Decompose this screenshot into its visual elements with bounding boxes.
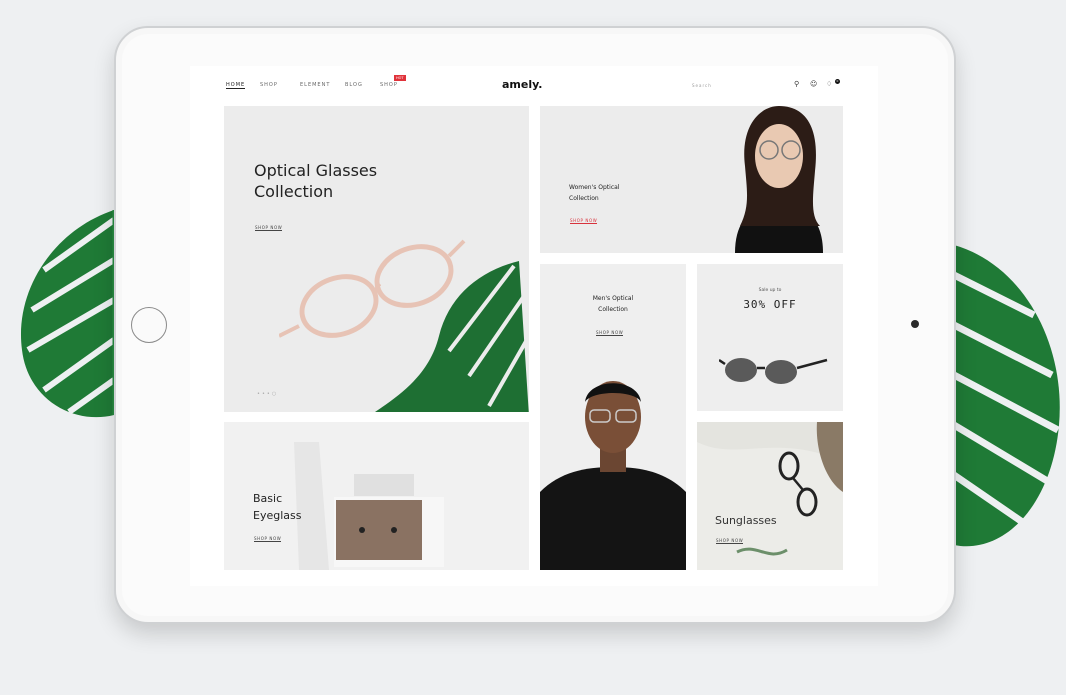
cart-icon[interactable]: ♢ [826,80,832,88]
sunglasses-fabric-image [697,422,843,570]
mens-collection-tile[interactable]: Men's Optical Collection SHOP NOW [540,264,686,570]
home-button[interactable] [131,307,167,343]
slider-dots[interactable]: •••○ [257,391,278,397]
women-title-line2: Collection [569,195,599,202]
search-icon[interactable]: ⚲ [794,80,799,88]
plant-leaf-image [374,261,529,412]
nav-shop[interactable]: Shop [260,82,278,88]
optical-glasses-tile[interactable]: Optical Glasses Collection SHOP NOW •••○ [224,106,529,412]
sun-title: Sunglasses [715,514,777,527]
women-shop-link[interactable]: SHOP NOW [570,218,598,224]
basic-title-line1: Basic [253,492,283,505]
cart-count-badge: 0 [835,79,840,84]
optical-title-line2: Collection [254,182,334,201]
sun-shop-link[interactable]: SHOP NOW [716,538,744,544]
optical-title-line1: Optical Glasses [254,161,378,180]
optical-shop-link[interactable]: SHOP NOW [255,225,283,231]
monstera-leaf-right [952,245,1060,547]
front-camera [911,320,919,328]
sunglasses-tile[interactable]: Sunglasses SHOP NOW [697,422,843,570]
nav-element[interactable]: Element [300,82,330,88]
basic-shop-link[interactable]: SHOP NOW [254,536,282,542]
woman-portrait-image [735,106,823,253]
men-shop-link[interactable]: SHOP NOW [596,330,624,336]
search-input[interactable]: Search [692,83,712,88]
men-title-line2: Collection [598,306,628,313]
basic-eyeglass-tile[interactable]: Basic Eyeglass SHOP NOW [224,422,529,570]
basic-title-line2: Eyeglass [253,509,302,522]
nav-home[interactable]: Home [226,82,246,89]
site-logo[interactable]: amely. [502,78,542,91]
sale-pre-label: Sale up to [758,288,782,293]
sale-tile[interactable]: Sale up to 30% OFF [697,264,843,411]
nav-shop-2[interactable]: Shop [380,82,398,88]
womens-collection-tile[interactable]: Women's Optical Collection SHOP NOW [540,106,843,253]
men-title-line1: Men's Optical [592,295,634,302]
website-screen: Home Shop Element Blog Shop HOT amely. S… [190,66,878,586]
sale-headline: 30% OFF [743,298,797,311]
top-navigation: Home Shop Element Blog Shop HOT amely. S… [190,66,878,104]
man-portrait-image [540,381,686,570]
hot-badge: HOT [394,75,406,81]
women-title-line1: Women's Optical [569,184,620,191]
nightstand-image [294,442,444,570]
user-icon[interactable]: ☺ [810,80,817,88]
nav-blog[interactable]: Blog [345,82,363,88]
monstera-leaf-left [20,210,116,418]
sunglasses-image [719,358,828,384]
